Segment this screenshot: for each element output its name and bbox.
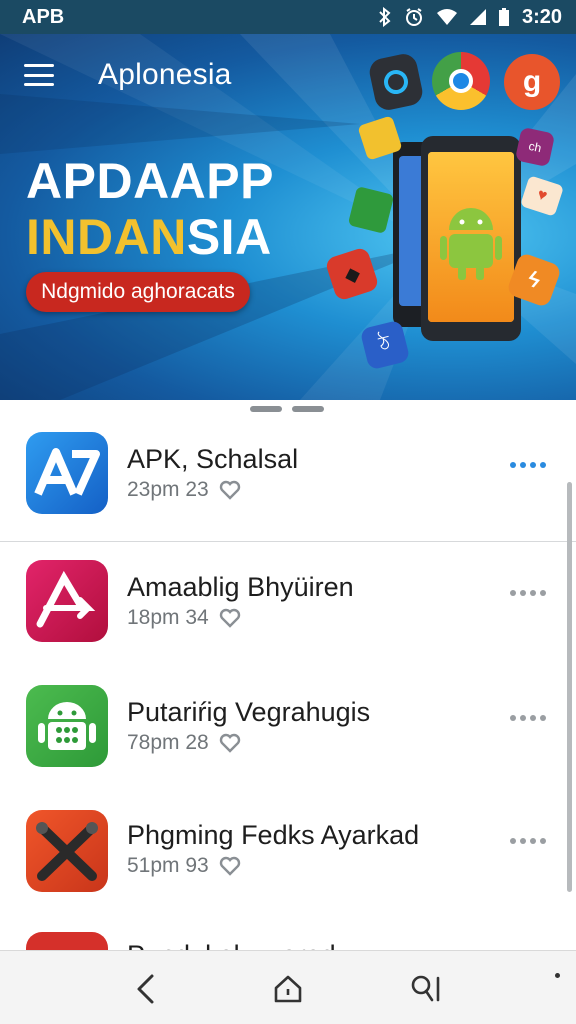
search-icon[interactable] [406,969,446,1009]
phones-illustration [393,136,521,341]
app-meta-text: 51pm 93 [127,854,209,877]
sheet-drag-handle[interactable] [250,406,324,412]
hero-cta-button[interactable]: Ndgmido aghoracats [26,272,250,312]
more-options-icon[interactable] [510,590,546,596]
wifi-icon [436,9,457,25]
alarm-icon [405,8,422,26]
clock-time: 3:20 [521,5,562,28]
app-name: APK, Schalsal [127,444,299,474]
app-name: Phgming Fedks Ayarkad [127,820,420,850]
app-meta: 78pm 28 [127,731,241,755]
heart-icon[interactable] [219,608,241,628]
hero-banner: Aplonesia APDAAPP INDANSIA Ndgmido aghor… [0,34,576,400]
app-list-item[interactable]: APK, Schalsal 23pm 23 [0,420,576,530]
home-icon[interactable] [268,969,308,1009]
arrow-logo-icon [26,560,108,642]
hamburger-menu-icon[interactable] [24,64,54,86]
app-meta: 51pm 93 [127,854,241,878]
more-options-icon[interactable] [510,462,546,468]
app-meta: 18pm 34 [127,606,241,630]
app-name: Amaablig Bhyüiren [127,572,354,602]
g-app-icon: g [504,54,560,110]
bottom-navigation-bar [0,950,576,1024]
back-icon[interactable] [126,969,166,1009]
app-meta-text: 18pm 34 [127,606,209,629]
signal-icon [469,9,486,25]
hero-headline-highlight: INDAN [26,209,187,265]
carrier-label: APB [22,5,65,28]
nav-indicator-dot [555,973,560,978]
ap-logo-icon [26,432,108,514]
bluetooth-icon [379,7,391,27]
purple-app-icon: ch [514,126,556,168]
heart-icon[interactable] [219,480,241,500]
list-scrollbar[interactable] [567,482,572,892]
status-bar: APB 3:20 [0,0,576,34]
heart-icon[interactable] [219,733,241,753]
list-divider [0,541,576,542]
hero-headline-line2: INDANSIA [26,208,272,266]
chrome-app-icon [432,52,490,110]
battery-icon [498,8,509,26]
app-list-item[interactable]: Amaablig Bhyüiren 18pm 34 [0,550,576,660]
tools-icon [26,810,108,892]
top-app-bar: Aplonesia [24,58,232,92]
more-options-icon[interactable] [510,715,546,721]
app-meta-text: 23pm 23 [127,478,209,501]
app-name: Putariŕig Vegrahugis [127,697,371,727]
hero-headline-line1: APDAAPP [26,153,274,209]
hero-headline-rest: SIA [186,209,272,265]
app-list-item[interactable]: Putariŕig Vegrahugis 78pm 28 [0,675,576,785]
app-meta: 23pm 23 [127,478,241,502]
app-list-item[interactable]: Phgming Fedks Ayarkad 51pm 93 [0,798,576,908]
status-icons: 3:20 [378,6,562,29]
more-options-icon[interactable] [510,838,546,844]
app-title: Aplonesia [98,58,232,91]
android-icon [26,685,108,767]
app-meta-text: 78pm 28 [127,731,209,754]
heart-icon[interactable] [219,856,241,876]
